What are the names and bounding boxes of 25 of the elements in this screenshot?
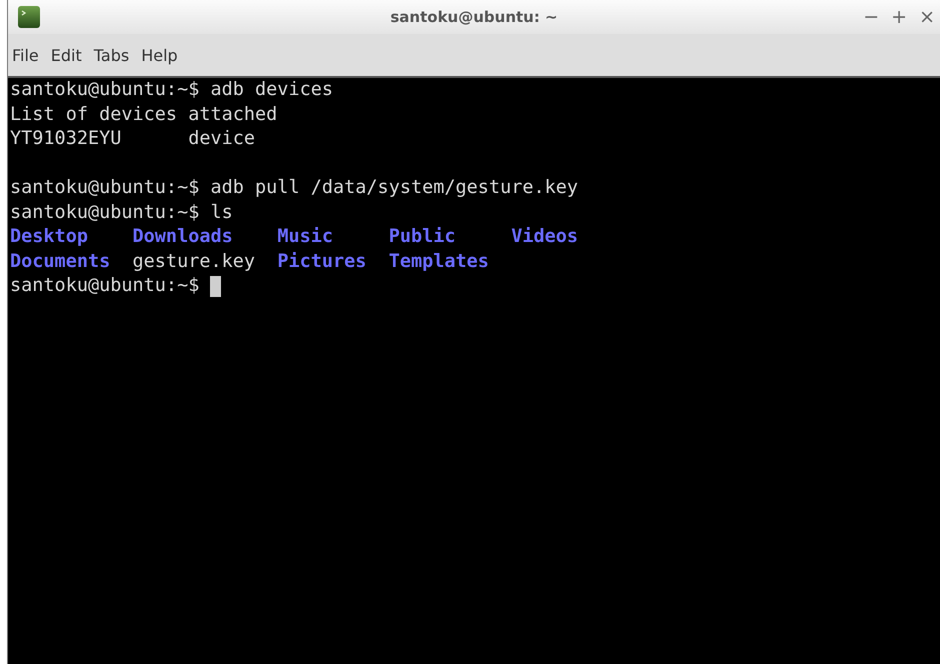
maximize-button[interactable]: +	[888, 6, 910, 28]
terminal-line: List of devices attached	[10, 102, 278, 126]
terminal-line: YT91032EYU device	[10, 127, 256, 151]
directory-name: Documents	[10, 250, 110, 274]
terminal-icon	[17, 5, 41, 29]
text-cursor	[210, 276, 222, 297]
directory-name: Downloads	[132, 225, 234, 249]
file-name: gesture.key	[132, 250, 256, 274]
terminal-prompt: santoku@ubuntu:~$	[10, 274, 200, 298]
directory-name: Public	[388, 225, 457, 249]
window-title: santoku@ubuntu: ~	[390, 8, 558, 26]
directory-name: Music	[277, 225, 334, 249]
directory-name: Desktop	[10, 225, 89, 249]
minimize-button[interactable]: −	[860, 6, 882, 28]
menu-item[interactable]: File	[12, 46, 39, 64]
terminal-line: santoku@ubuntu:~$ adb pull /data/system/gesture.key	[10, 176, 578, 200]
terminal-line: santoku@ubuntu:~$ adb devices	[10, 78, 334, 102]
menu-item[interactable]: Help	[141, 46, 178, 64]
menu-item[interactable]: Edit	[50, 46, 82, 64]
menu-item[interactable]: Tabs	[94, 46, 130, 64]
directory-name: Pictures	[277, 250, 366, 274]
terminal-line: santoku@ubuntu:~$ ls	[10, 200, 233, 224]
directory-name: Templates	[388, 250, 489, 274]
close-button[interactable]: ×	[916, 6, 938, 28]
directory-name: Videos	[511, 225, 578, 249]
